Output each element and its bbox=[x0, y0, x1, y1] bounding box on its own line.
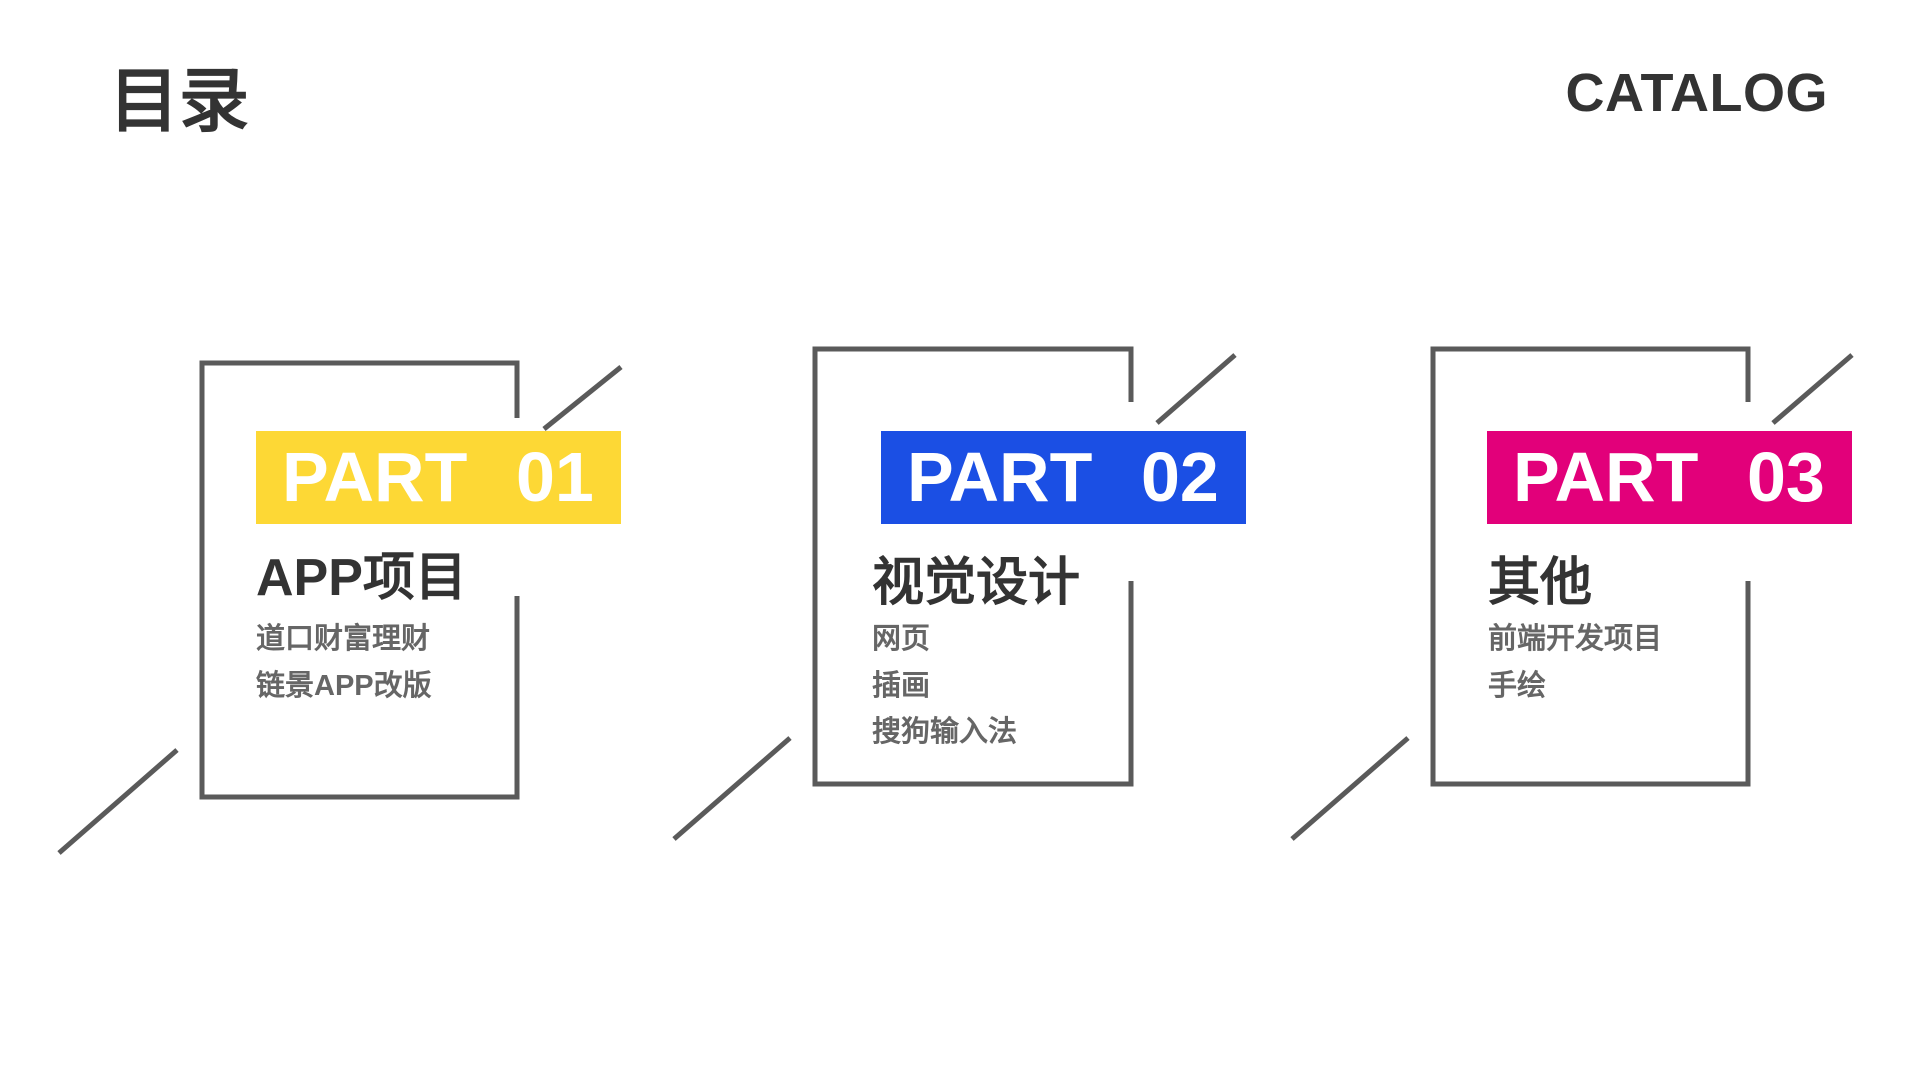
list-item: 前端开发项目 bbox=[1488, 623, 1663, 655]
part-03-number: 03 bbox=[1747, 438, 1825, 516]
list-item: 搜狗输入法 bbox=[872, 716, 1018, 748]
part-03-diagonal-accent-bottom bbox=[1290, 736, 1410, 841]
part-03-diagonal-accent-top bbox=[1771, 353, 1854, 425]
part-02-diagonal-accent-top bbox=[1155, 353, 1237, 425]
part-03-label: PART bbox=[1513, 438, 1699, 516]
part-01-item-list: 道口财富理财 链景APP改版 bbox=[256, 616, 432, 709]
part-02-badge: PART 02 bbox=[881, 431, 1246, 524]
part-03-title: 其他 bbox=[1488, 554, 1593, 612]
part-02-number: 02 bbox=[1141, 438, 1219, 516]
list-item: 插画 bbox=[872, 669, 931, 702]
list-item: 网页 bbox=[872, 623, 931, 655]
list-item: 手绘 bbox=[1488, 669, 1547, 702]
part-02-diagonal-accent-bottom bbox=[672, 736, 792, 841]
part-01-badge: PART 01 bbox=[256, 431, 621, 524]
part-01-number: 01 bbox=[516, 438, 594, 516]
part-01-diagonal-accent-bottom bbox=[57, 748, 179, 855]
list-item: 道口财富理财 bbox=[256, 623, 431, 655]
part-01-label: PART bbox=[282, 438, 468, 516]
part-02-item-list: 网页 插画 搜狗输入法 bbox=[872, 616, 1017, 756]
frame-lines-layer bbox=[57, 346, 1854, 855]
part-03-badge: PART 03 bbox=[1487, 431, 1852, 524]
part-01-diagonal-accent-top bbox=[542, 365, 623, 431]
part-02-label: PART bbox=[907, 438, 1093, 516]
part-02-title: 视觉设计 bbox=[872, 554, 1081, 612]
list-item: 链景APP改版 bbox=[256, 669, 432, 702]
part-03-item-list: 前端开发项目 手绘 bbox=[1488, 616, 1662, 709]
part-01-title: APP项目 bbox=[256, 549, 467, 607]
